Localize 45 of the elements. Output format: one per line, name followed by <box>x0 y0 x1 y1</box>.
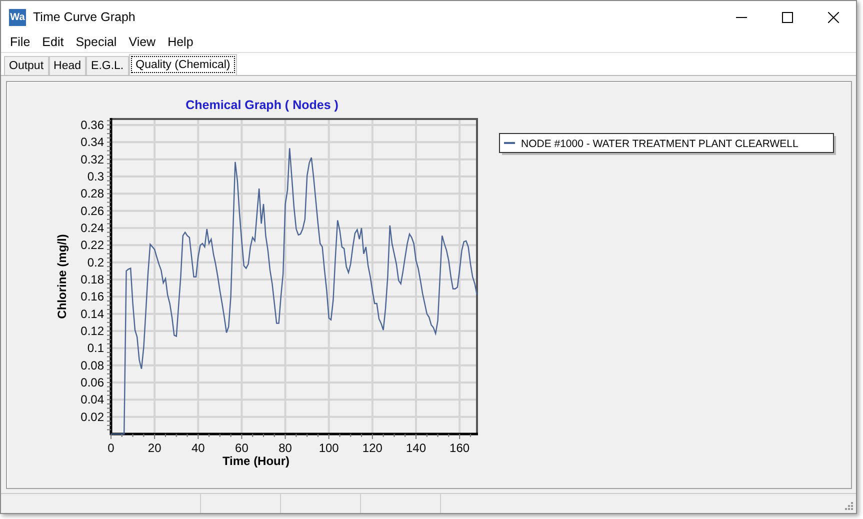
menu-item[interactable]: View <box>122 33 162 52</box>
resize-grip-icon <box>845 502 854 511</box>
tick-label: 0.24 <box>80 221 104 235</box>
tick-label: 80 <box>278 441 292 455</box>
maximize-icon <box>782 12 792 22</box>
legend-label: NODE #1000 - WATER TREATMENT PLANT CLEARWELL <box>521 138 798 150</box>
tick-label: 0.26 <box>80 204 104 218</box>
tick-label: 0.16 <box>80 290 104 304</box>
tick-label: 0.34 <box>80 135 104 150</box>
tab[interactable]: Head <box>48 56 86 75</box>
tick-label: 0.14 <box>80 306 104 321</box>
menu-item[interactable]: Help <box>162 33 200 52</box>
chart-title: Chemical Graph ( Nodes ) <box>186 98 338 112</box>
tick-label: 0.02 <box>80 410 104 424</box>
tick-label: 0.22 <box>80 238 104 252</box>
tick-label: 160 <box>450 441 470 455</box>
tick-label: 0.12 <box>80 324 104 338</box>
tick-label: 0.1 <box>87 341 104 356</box>
tick-label: 0.3 <box>87 170 104 184</box>
tab[interactable]: E.G.L. <box>86 56 129 75</box>
tick-label: 0.36 <box>80 118 104 132</box>
tick-label: 0.32 <box>80 152 104 166</box>
close-icon <box>828 12 838 22</box>
tick-label: 0.28 <box>80 186 104 201</box>
window-title: Time Curve Graph <box>33 8 136 26</box>
tick-label: 0.04 <box>80 392 104 407</box>
x-axis-label: Time (Hour) <box>222 454 290 468</box>
tick-label: 140 <box>406 441 426 455</box>
tick-label: 100 <box>318 441 339 455</box>
tick-label: 0.2 <box>87 255 104 270</box>
tick-label: 0.06 <box>80 376 104 390</box>
tab[interactable]: Quality (Chemical) <box>128 54 238 75</box>
y-axis-label: Chlorine (mg/l) <box>55 234 69 319</box>
tick-label: 20 <box>148 441 162 455</box>
menu-item[interactable]: Special <box>70 33 123 52</box>
tick-label: 0.08 <box>80 358 104 372</box>
menu-item[interactable]: Edit <box>36 33 70 52</box>
tick-label: 0 <box>108 441 114 455</box>
tab[interactable]: Output <box>4 56 49 75</box>
tick-label: 60 <box>235 441 248 455</box>
tick-label: 120 <box>362 441 382 455</box>
tick-label: 40 <box>191 441 205 455</box>
tick-label: 0.18 <box>80 272 104 286</box>
menu-item[interactable]: File <box>4 33 36 52</box>
app-icon: Wa <box>9 8 26 26</box>
